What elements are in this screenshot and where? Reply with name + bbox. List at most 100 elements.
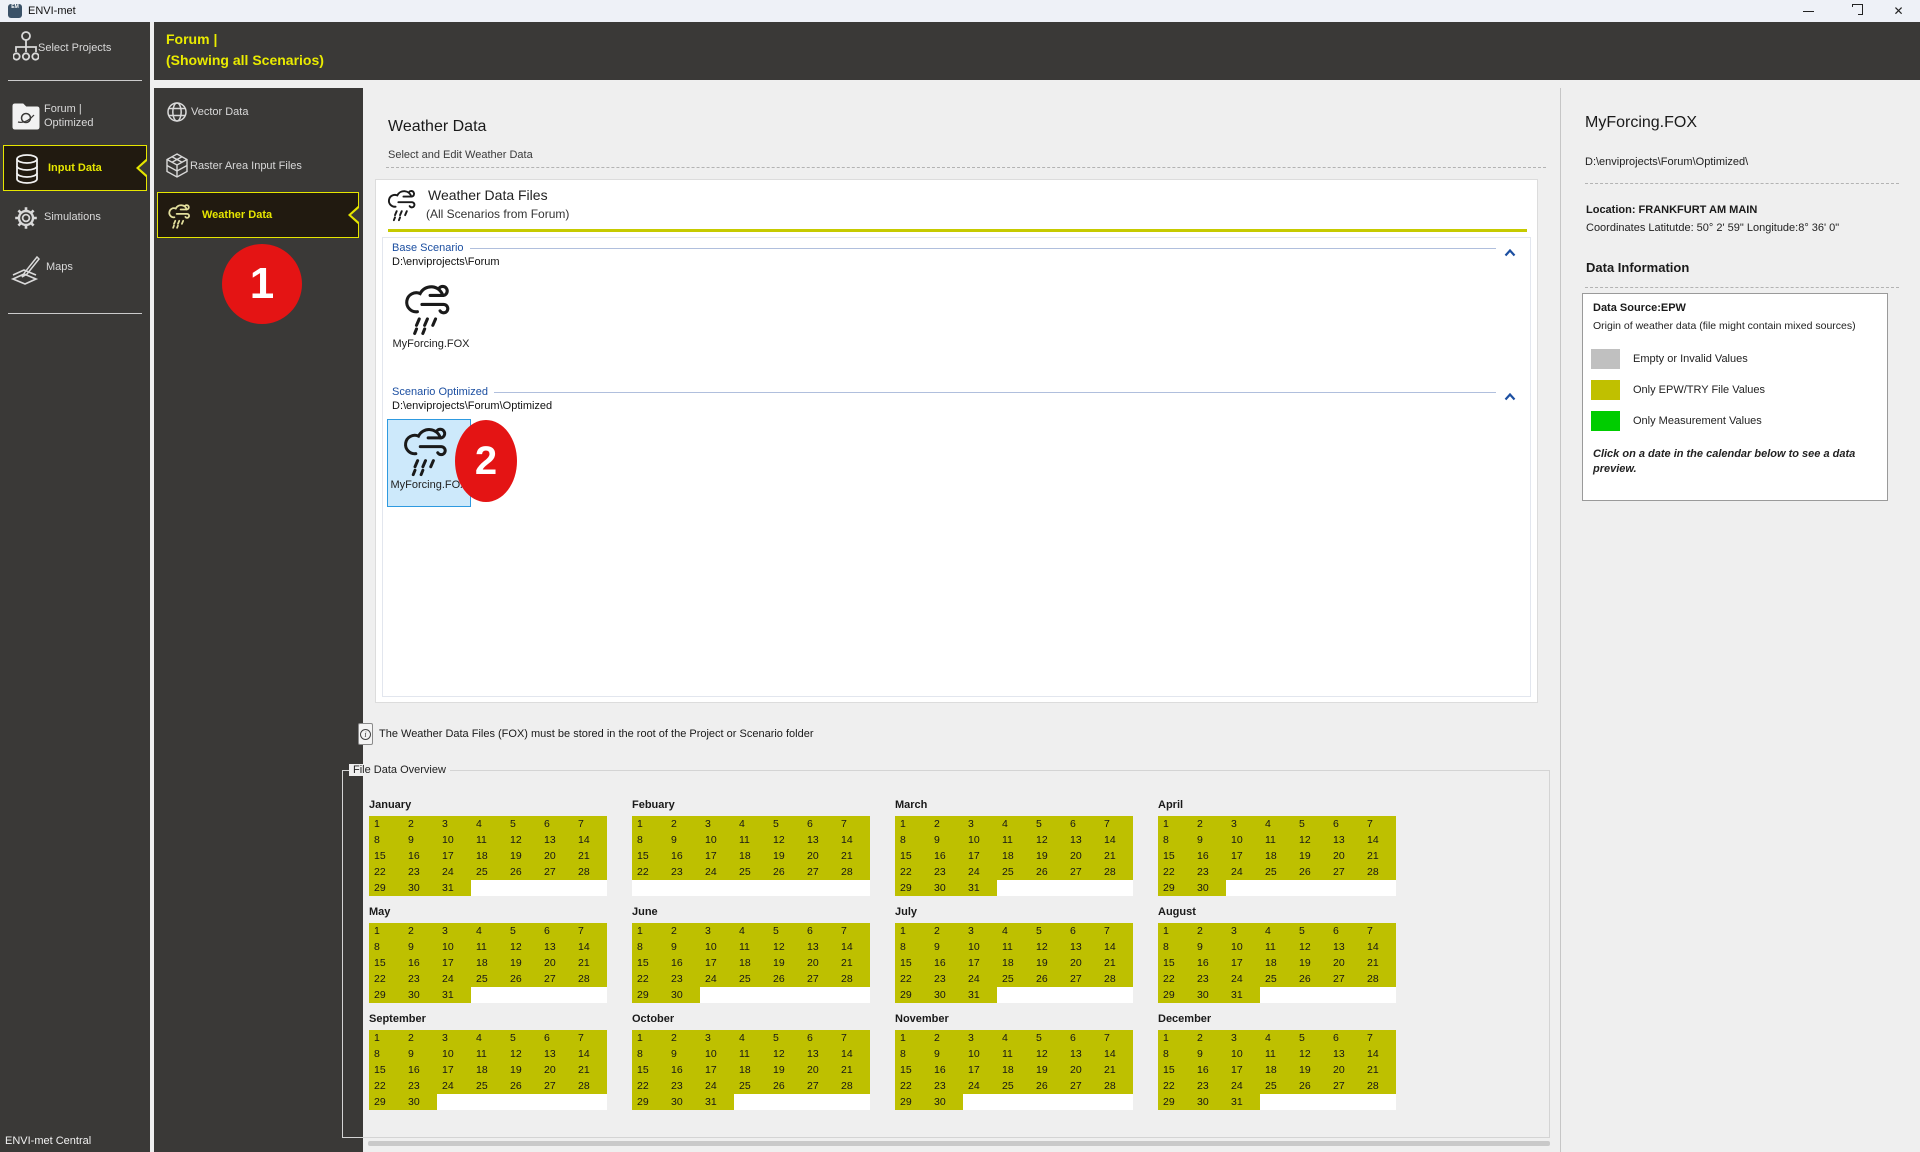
calendar-day[interactable]: 9 (666, 1046, 700, 1062)
calendar-day[interactable]: 15 (632, 1062, 666, 1078)
calendar-day[interactable]: 20 (539, 848, 573, 864)
calendar-day[interactable]: 18 (1260, 955, 1294, 971)
calendar-day[interactable]: 30 (403, 880, 437, 896)
calendar-day[interactable]: 14 (573, 939, 607, 955)
calendar-day[interactable]: 20 (1328, 955, 1362, 971)
calendar-day[interactable]: 1 (369, 1030, 403, 1046)
collapse-chevron-icon[interactable] (1504, 244, 1516, 262)
calendar-day[interactable]: 21 (573, 1062, 607, 1078)
calendar-day[interactable]: 9 (929, 1046, 963, 1062)
calendar-day[interactable]: 23 (1192, 971, 1226, 987)
calendar-day[interactable]: 28 (1099, 971, 1133, 987)
calendar-day[interactable]: 20 (802, 848, 836, 864)
calendar-day[interactable]: 24 (1226, 971, 1260, 987)
calendar-day[interactable]: 13 (1328, 832, 1362, 848)
calendar-day[interactable]: 10 (963, 832, 997, 848)
calendar-day[interactable]: 15 (895, 955, 929, 971)
calendar-day[interactable]: 6 (1065, 816, 1099, 832)
calendar-day[interactable]: 23 (929, 1078, 963, 1094)
calendar-day[interactable]: 28 (573, 971, 607, 987)
calendar-day[interactable]: 20 (539, 955, 573, 971)
calendar-day[interactable]: 1 (895, 923, 929, 939)
calendar-day[interactable]: 8 (895, 939, 929, 955)
calendar-day[interactable]: 16 (666, 1062, 700, 1078)
calendar-day[interactable]: 23 (403, 971, 437, 987)
calendar-day[interactable]: 19 (1031, 1062, 1065, 1078)
calendar-day[interactable]: 6 (1328, 1030, 1362, 1046)
calendar-day[interactable]: 18 (1260, 848, 1294, 864)
calendar-day[interactable]: 3 (963, 923, 997, 939)
calendar-day[interactable]: 11 (1260, 1046, 1294, 1062)
calendar-day[interactable]: 8 (1158, 832, 1192, 848)
subsidebar-item-vector-data[interactable]: Vector Data (191, 106, 248, 118)
calendar-day[interactable]: 30 (666, 987, 700, 1003)
calendar-day[interactable]: 23 (1192, 1078, 1226, 1094)
calendar-day[interactable]: 12 (1031, 832, 1065, 848)
calendar-day[interactable]: 26 (1031, 971, 1065, 987)
calendar-day[interactable]: 11 (734, 939, 768, 955)
calendar-day[interactable]: 18 (997, 1062, 1031, 1078)
calendar-day[interactable]: 5 (768, 816, 802, 832)
calendar-day[interactable]: 15 (1158, 848, 1192, 864)
calendar-day[interactable]: 8 (632, 832, 666, 848)
calendar-day[interactable]: 2 (929, 1030, 963, 1046)
calendar-day[interactable]: 7 (573, 1030, 607, 1046)
calendar-day[interactable]: 27 (802, 971, 836, 987)
calendar-day[interactable]: 5 (1031, 923, 1065, 939)
calendar-day[interactable]: 10 (1226, 832, 1260, 848)
calendar-day[interactable]: 13 (802, 832, 836, 848)
calendar-day[interactable]: 4 (1260, 1030, 1294, 1046)
calendar-day[interactable]: 22 (895, 1078, 929, 1094)
calendar-day[interactable]: 17 (963, 848, 997, 864)
calendar-day[interactable]: 29 (632, 987, 666, 1003)
calendar-day[interactable]: 18 (997, 848, 1031, 864)
calendar-day[interactable]: 24 (700, 1078, 734, 1094)
calendar-day[interactable]: 17 (963, 955, 997, 971)
calendar-day[interactable]: 16 (1192, 848, 1226, 864)
calendar-day[interactable]: 6 (802, 1030, 836, 1046)
sidebar-item-input-data[interactable]: Input Data (3, 145, 147, 191)
calendar-day[interactable]: 8 (1158, 939, 1192, 955)
calendar-day[interactable]: 19 (768, 1062, 802, 1078)
calendar-day[interactable]: 5 (1031, 816, 1065, 832)
calendar-day[interactable]: 3 (963, 816, 997, 832)
collapse-chevron-icon[interactable] (1504, 388, 1516, 406)
calendar-day[interactable]: 8 (1158, 1046, 1192, 1062)
calendar-day[interactable]: 11 (1260, 939, 1294, 955)
calendar-day[interactable]: 16 (403, 955, 437, 971)
sidebar-item-simulations[interactable]: Simulations (44, 211, 101, 223)
calendar-day[interactable]: 9 (666, 939, 700, 955)
calendar-day[interactable]: 3 (1226, 1030, 1260, 1046)
calendar-day[interactable]: 8 (369, 939, 403, 955)
calendar-day[interactable]: 27 (802, 1078, 836, 1094)
calendar-day[interactable]: 27 (1328, 864, 1362, 880)
calendar-day[interactable]: 10 (437, 1046, 471, 1062)
calendar-day[interactable]: 24 (963, 1078, 997, 1094)
calendar-day[interactable]: 22 (369, 1078, 403, 1094)
calendar-day[interactable]: 31 (963, 987, 997, 1003)
calendar-day[interactable]: 1 (369, 816, 403, 832)
calendar-day[interactable]: 7 (836, 816, 870, 832)
calendar-day[interactable]: 21 (836, 1062, 870, 1078)
calendar-day[interactable]: 6 (539, 1030, 573, 1046)
calendar-day[interactable]: 19 (1294, 848, 1328, 864)
calendar-day[interactable]: 14 (573, 832, 607, 848)
calendar-day[interactable]: 5 (1294, 923, 1328, 939)
calendar-day[interactable]: 20 (802, 1062, 836, 1078)
calendar-day[interactable]: 9 (929, 832, 963, 848)
calendar-day[interactable]: 25 (1260, 971, 1294, 987)
calendar-day[interactable]: 24 (437, 971, 471, 987)
calendar-day[interactable]: 22 (369, 971, 403, 987)
calendar-day[interactable]: 4 (997, 1030, 1031, 1046)
calendar-day[interactable]: 28 (573, 1078, 607, 1094)
calendar-day[interactable]: 5 (505, 923, 539, 939)
calendar-day[interactable]: 22 (1158, 971, 1192, 987)
calendar-day[interactable]: 9 (403, 939, 437, 955)
minimize-button[interactable] (1786, 0, 1831, 22)
calendar-day[interactable]: 28 (836, 1078, 870, 1094)
calendar-day[interactable]: 12 (505, 939, 539, 955)
calendar-day[interactable]: 25 (1260, 1078, 1294, 1094)
calendar-day[interactable]: 28 (836, 971, 870, 987)
calendar-day[interactable]: 30 (929, 880, 963, 896)
calendar-day[interactable]: 7 (836, 1030, 870, 1046)
